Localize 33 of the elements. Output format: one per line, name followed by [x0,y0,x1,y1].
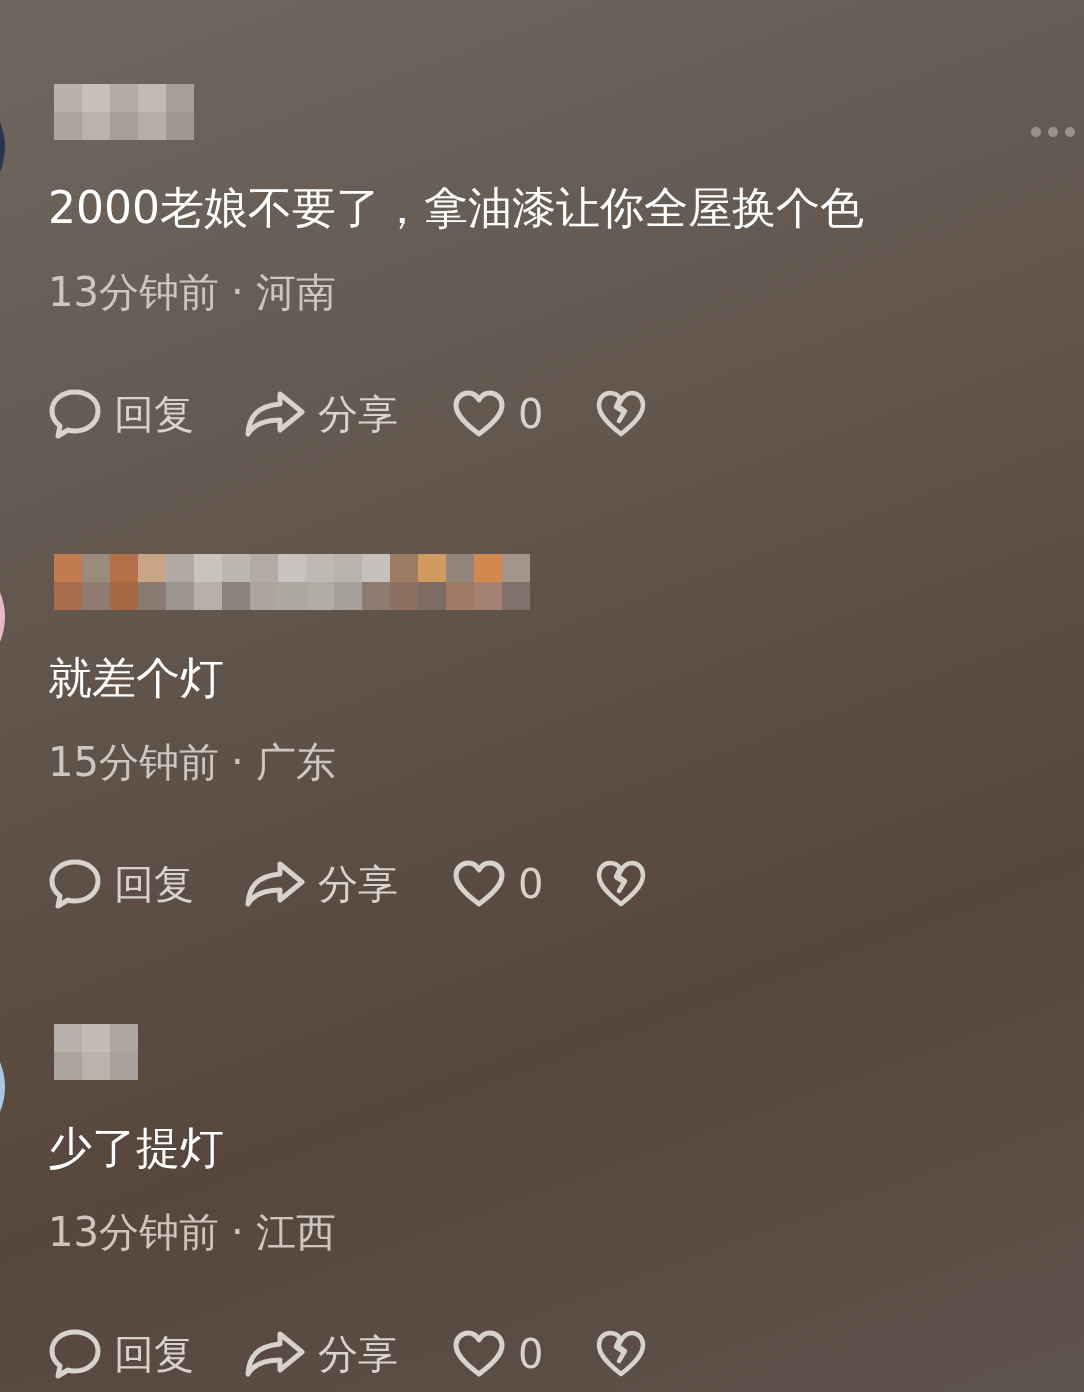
heart-icon[interactable] [452,390,506,438]
share-button[interactable]: 分享 [318,1326,398,1382]
comment-location: 江西 [255,1208,336,1257]
comment-location: 河南 [255,268,336,317]
broken-heart-icon[interactable] [595,1330,648,1378]
like-count: 0 [518,1330,544,1379]
reply-icon[interactable] [48,858,102,910]
comment-text: 2000老娘不要了，拿油漆让你全屋换个色 [48,181,865,235]
broken-heart-icon[interactable] [595,860,648,908]
comment-time: 13分钟前 [48,1208,219,1257]
reply-button[interactable]: 回复 [114,386,194,442]
comment-time: 15分钟前 [48,738,219,787]
broken-heart-icon[interactable] [595,390,648,438]
comment-time: 13分钟前 [48,268,219,317]
share-button[interactable]: 分享 [318,856,398,912]
reply-button[interactable]: 回复 [114,856,194,912]
comment-location: 广东 [255,738,336,787]
like-count: 0 [518,390,544,439]
separator-dot: · [230,738,244,787]
share-button[interactable]: 分享 [318,386,398,442]
comment-text: 少了提灯 [48,1121,225,1175]
heart-icon[interactable] [452,1330,506,1378]
heart-icon[interactable] [452,860,506,908]
separator-dot: · [230,1208,244,1257]
separator-dot: · [230,268,244,317]
reply-icon[interactable] [48,388,102,440]
like-count: 0 [518,860,544,909]
reply-icon[interactable] [48,1328,102,1380]
share-icon[interactable] [244,860,306,908]
share-icon[interactable] [244,390,306,438]
comment-text: 就差个灯 [48,651,225,705]
reply-button[interactable]: 回复 [114,1326,194,1382]
share-icon[interactable] [244,1330,306,1378]
